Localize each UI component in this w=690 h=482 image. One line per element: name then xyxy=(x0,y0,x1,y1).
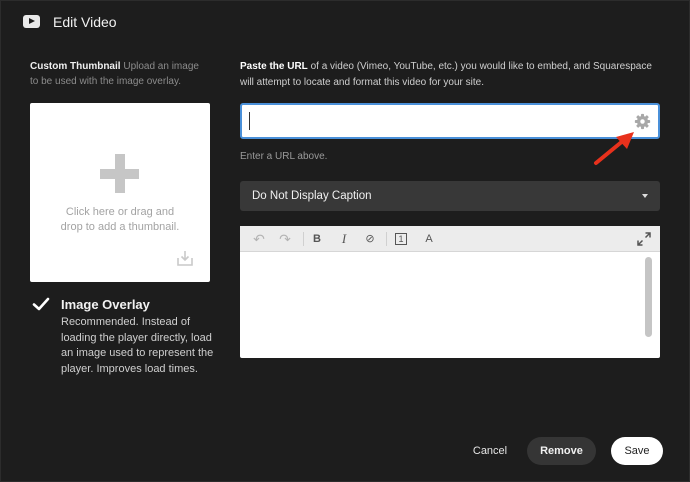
dialog-header: Edit Video xyxy=(1,1,690,45)
edit-video-dialog: Edit Video Custom Thumbnail Upload an im… xyxy=(0,0,690,482)
url-instructions: Paste the URL of a video (Vimeo, YouTube… xyxy=(240,59,660,91)
toolbar-divider xyxy=(386,232,387,246)
save-button[interactable]: Save xyxy=(611,437,663,465)
dropzone-text: Click here or drag and drop to add a thu… xyxy=(60,206,180,233)
editor-scrollbar[interactable] xyxy=(645,257,652,337)
caption-selected-value: Do Not Display Caption xyxy=(252,190,372,202)
annotation-arrow-icon xyxy=(594,132,634,165)
image-overlay-description: Recommended. Instead of loading the play… xyxy=(61,316,214,375)
code-block-label: 1 xyxy=(395,233,407,245)
redo-icon[interactable]: ↷ xyxy=(274,226,296,252)
text-caret xyxy=(249,112,250,130)
url-hint: Enter a URL above. xyxy=(240,151,328,162)
plus-icon-bar xyxy=(100,169,139,179)
caption-editor: ↶ ↷ B I ⊘ 1 A xyxy=(240,226,660,358)
download-icon xyxy=(177,251,193,266)
code-block-icon[interactable]: 1 xyxy=(392,226,410,252)
clear-format-icon[interactable]: A xyxy=(420,226,438,252)
toolbar-divider xyxy=(303,232,304,246)
expand-icon[interactable] xyxy=(637,232,651,246)
youtube-icon xyxy=(23,15,40,28)
italic-button[interactable]: I xyxy=(335,226,353,252)
image-overlay-checkbox[interactable] xyxy=(32,295,50,313)
link-icon[interactable]: ⊘ xyxy=(361,226,379,252)
remove-button[interactable]: Remove xyxy=(527,437,596,465)
cancel-button[interactable]: Cancel xyxy=(468,441,512,461)
url-instructions-bold: Paste the URL xyxy=(240,61,308,72)
bold-button[interactable]: B xyxy=(308,226,326,252)
editor-content-area[interactable] xyxy=(240,253,660,358)
thumbnail-dropzone[interactable]: Click here or drag and drop to add a thu… xyxy=(30,103,210,282)
thumbnail-heading: Custom Thumbnail xyxy=(30,61,121,72)
gear-icon[interactable] xyxy=(634,113,651,130)
undo-icon[interactable]: ↶ xyxy=(248,226,270,252)
caption-select[interactable]: Do Not Display Caption xyxy=(240,181,660,211)
image-overlay-title: Image Overlay xyxy=(61,297,150,312)
thumbnail-description: Custom Thumbnail Upload an image to be u… xyxy=(30,59,210,89)
dialog-title: Edit Video xyxy=(53,14,117,30)
chevron-down-icon xyxy=(642,194,648,198)
editor-toolbar: ↶ ↷ B I ⊘ 1 A xyxy=(240,226,660,252)
